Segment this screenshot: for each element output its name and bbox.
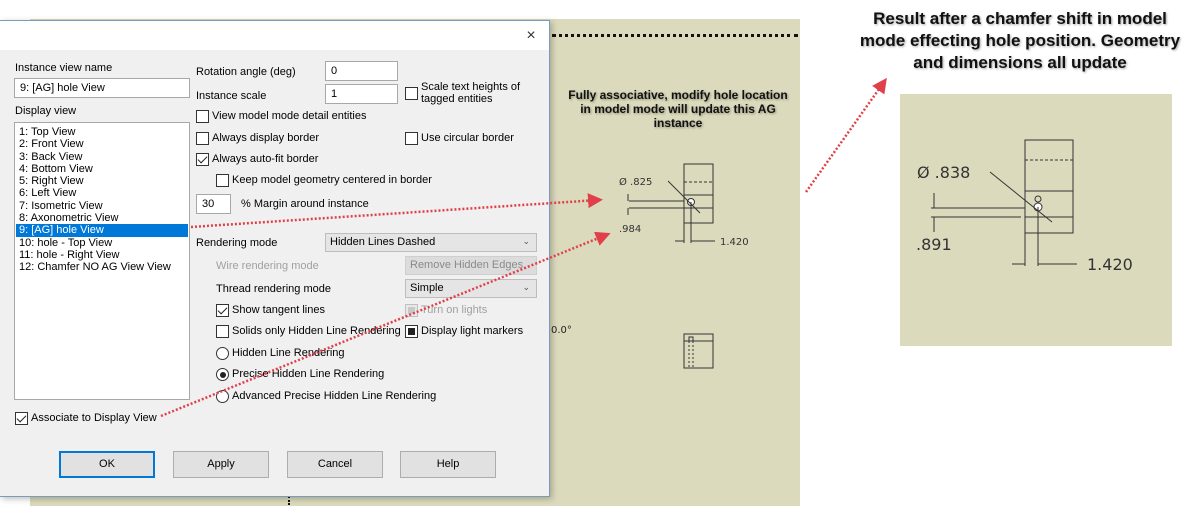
associate-display-view-label: Associate to Display View <box>31 412 157 424</box>
result-drawing-panel <box>900 94 1172 346</box>
apply-button[interactable]: Apply <box>173 451 269 478</box>
show-tangent-checkbox[interactable] <box>216 304 229 317</box>
rotation-angle-label: Rotation angle (deg) <box>196 66 296 78</box>
instance-view-name-input[interactable]: 9: [AG] hole View <box>14 78 190 98</box>
help-button[interactable]: Help <box>400 451 496 478</box>
wire-rendering-label: Wire rendering mode <box>216 260 319 272</box>
annotation-callout-result: Result after a chamfer shift in model mo… <box>859 9 1181 72</box>
instance-view-dialog: × Instance view name 9: [AG] hole View D… <box>0 20 550 497</box>
wire-rendering-select: Remove Hidden Edges <box>405 256 537 275</box>
instance-scale-label: Instance scale <box>196 90 267 102</box>
rendering-mode-value: Hidden Lines Dashed <box>330 236 436 248</box>
use-circular-border-label: Use circular border <box>421 132 514 144</box>
chevron-down-icon: ⌄ <box>522 282 530 292</box>
thread-rendering-value: Simple <box>410 282 444 294</box>
display-view-item[interactable]: 11: hole - Right View <box>15 249 189 261</box>
show-tangent-label: Show tangent lines <box>232 304 325 316</box>
turn-on-lights-checkbox <box>405 304 418 317</box>
display-view-item[interactable]: 9: [AG] hole View <box>16 224 188 237</box>
turn-on-lights-label: Turn on lights <box>421 304 488 316</box>
always-display-border-label: Always display border <box>212 132 319 144</box>
view-model-mode-label: View model mode detail entities <box>212 110 367 122</box>
annotation-callout-associative: Fully associative, modify hole location … <box>568 88 788 130</box>
rendering-mode-select[interactable]: Hidden Lines Dashed ⌄ <box>325 233 537 252</box>
wire-rendering-value: Remove Hidden Edges <box>410 259 524 271</box>
cancel-button[interactable]: Cancel <box>287 451 383 478</box>
display-view-item[interactable]: 2: Front View <box>15 138 189 150</box>
display-view-item[interactable]: 7: Isometric View <box>15 200 189 212</box>
display-light-markers-checkbox[interactable] <box>405 325 418 338</box>
precise-hidden-line-radio-label: Precise Hidden Line Rendering <box>232 368 385 380</box>
thread-rendering-label: Thread rendering mode <box>216 283 331 295</box>
scale-text-heights-checkbox[interactable] <box>405 87 418 100</box>
use-circular-border-checkbox[interactable] <box>405 132 418 145</box>
display-view-item[interactable]: 4: Bottom View <box>15 163 189 175</box>
margin-label: % Margin around instance <box>241 198 369 210</box>
display-view-label: Display view <box>15 105 77 117</box>
advanced-precise-radio[interactable] <box>216 390 229 403</box>
precise-hidden-line-radio[interactable] <box>216 368 229 381</box>
display-view-item[interactable]: 6: Left View <box>15 187 189 199</box>
display-view-item[interactable]: 1: Top View <box>15 126 189 138</box>
solids-only-checkbox[interactable] <box>216 325 229 338</box>
hidden-line-radio-label: Hidden Line Rendering <box>232 347 345 359</box>
scale-text-heights-label: Scale text heights of tagged entities <box>421 81 520 105</box>
display-view-item[interactable]: 3: Back View <box>15 151 189 163</box>
display-view-list[interactable]: 1: Top View 2: Front View 3: Back View 4: B… <box>14 122 190 400</box>
advanced-precise-radio-label: Advanced Precise Hidden Line Rendering <box>232 390 437 402</box>
always-autofit-checkbox[interactable] <box>196 153 209 166</box>
thread-rendering-select[interactable]: Simple ⌄ <box>405 279 537 298</box>
view-model-mode-checkbox[interactable] <box>196 110 209 123</box>
solids-only-label: Solids only Hidden Line Rendering <box>232 325 401 337</box>
associate-display-view-checkbox[interactable] <box>15 412 28 425</box>
scale-text-heights-label-line2: tagged entities <box>421 93 493 105</box>
rotation-angle-input[interactable]: 0 <box>325 61 398 81</box>
angle-readout: 0.0° <box>551 325 572 336</box>
dialog-titlebar: × <box>0 21 549 50</box>
always-display-border-checkbox[interactable] <box>196 132 209 145</box>
view-border-dotted-line <box>552 34 798 37</box>
display-view-item[interactable]: 10: hole - Top View <box>15 237 189 249</box>
display-view-item[interactable]: 5: Right View <box>15 175 189 187</box>
instance-scale-input[interactable]: 1 <box>325 84 398 104</box>
display-view-item[interactable]: 8: Axonometric View <box>15 212 189 224</box>
keep-centered-label: Keep model geometry centered in border <box>232 174 432 186</box>
ok-button[interactable]: OK <box>59 451 155 478</box>
rendering-mode-label: Rendering mode <box>196 237 278 249</box>
scale-text-heights-label-line1: Scale text heights of <box>421 81 521 93</box>
display-view-item[interactable]: 12: Chamfer NO AG View View <box>15 261 189 273</box>
always-autofit-label: Always auto-fit border <box>212 153 319 165</box>
display-light-markers-label: Display light markers <box>421 325 524 337</box>
chevron-down-icon: ⌄ <box>522 236 530 246</box>
keep-centered-checkbox[interactable] <box>216 174 229 187</box>
hidden-line-radio[interactable] <box>216 347 229 360</box>
arrow-to-result <box>804 77 887 193</box>
instance-view-name-label: Instance view name <box>15 62 113 74</box>
margin-input[interactable]: 30 <box>196 194 231 214</box>
close-icon[interactable]: × <box>521 26 541 46</box>
